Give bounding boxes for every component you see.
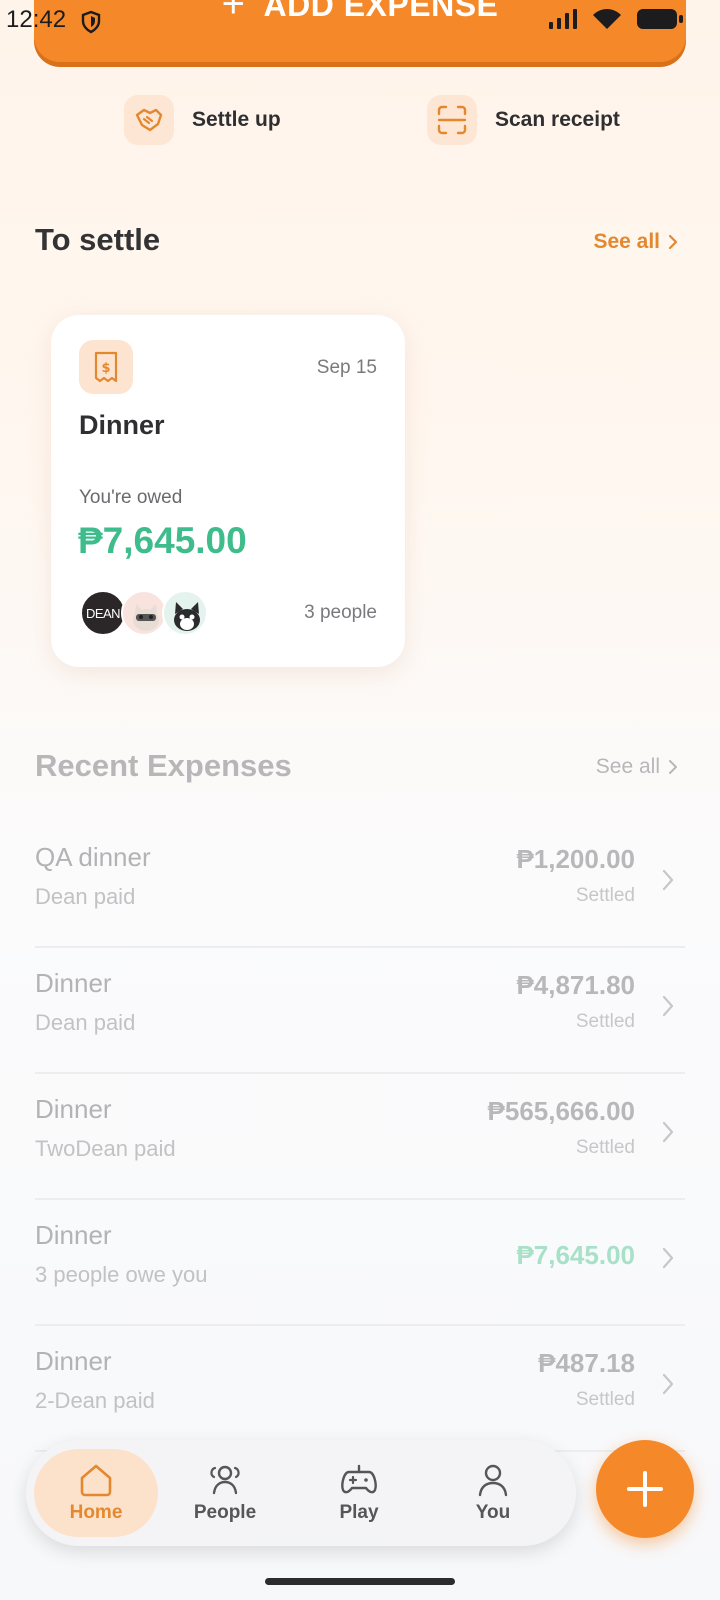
home-icon: [80, 1464, 112, 1497]
chevron-right-icon: [662, 995, 674, 1017]
expense-name: Dinner: [35, 1094, 112, 1124]
expense-name: Dinner: [35, 968, 112, 998]
expense-amount: ₱1,200.00: [516, 844, 635, 874]
scan-receipt-button[interactable]: Scan receipt: [427, 95, 620, 145]
settle-up-button[interactable]: Settle up: [124, 95, 281, 145]
user-icon: [478, 1464, 508, 1497]
expense-payer: Dean paid: [35, 1010, 136, 1035]
bottom-nav: Home People Play You: [26, 1440, 576, 1546]
expense-status: Settled: [575, 1137, 635, 1158]
expense-amount: ₱7,645.00: [516, 1240, 635, 1270]
people-icon: [210, 1465, 240, 1495]
chevron-right-icon: [662, 869, 674, 891]
svg-text:$: $: [101, 361, 110, 376]
status-bar: 12:42: [0, 0, 720, 44]
scan-icon: [427, 95, 477, 145]
to-settle-title: To settle: [35, 222, 161, 257]
nav-home[interactable]: Home: [34, 1449, 158, 1537]
handshake-icon: [124, 95, 174, 145]
avatar-dean: DEAN: [80, 590, 126, 636]
expense-name: QA dinner: [35, 842, 151, 872]
home-indicator[interactable]: [265, 1578, 455, 1585]
gamepad-icon: [341, 1464, 377, 1494]
expense-name: Dinner: [35, 1220, 112, 1250]
chevron-right-icon: [669, 760, 677, 774]
signal-icon: [549, 9, 577, 29]
card-date: Sep 15: [316, 357, 377, 378]
card-expense-name: Dinner: [79, 410, 165, 440]
expense-row[interactable]: Dinner 3 people owe you ₱7,645.00: [35, 1200, 685, 1326]
wifi-icon: [593, 9, 621, 29]
avatar-cat: [121, 590, 167, 636]
card-owed-amount: ₱7,645.00: [78, 520, 247, 561]
scan-receipt-label: Scan receipt: [495, 108, 620, 131]
expense-payer: 2-Dean paid: [35, 1388, 155, 1413]
nav-you[interactable]: You: [426, 1449, 560, 1537]
receipt-icon: $: [79, 340, 133, 394]
expense-list: QA dinner Dean paid ₱1,200.00 Settled Di…: [35, 822, 685, 1452]
card-people-count: 3 people: [304, 602, 377, 623]
nav-home-label: Home: [69, 1502, 123, 1523]
avatar-cat: [162, 590, 208, 636]
expense-status: Settled: [575, 885, 635, 906]
shield-icon: [81, 10, 101, 34]
chevron-right-icon: [668, 234, 678, 250]
to-settle-see-all-link[interactable]: See all: [593, 230, 678, 254]
see-all-label: See all: [595, 755, 660, 778]
nav-you-label: You: [475, 1502, 511, 1523]
expense-payer: 3 people owe you: [35, 1262, 208, 1287]
recent-see-all-link[interactable]: See all: [596, 755, 678, 779]
recent-expenses-title: Recent Expenses: [35, 748, 292, 783]
expense-row[interactable]: Dinner Dean paid ₱4,871.80 Settled: [35, 948, 685, 1074]
card-owed-label: You're owed: [79, 487, 183, 508]
plus-icon: [627, 1471, 663, 1507]
settle-up-label: Settle up: [192, 108, 281, 131]
chevron-right-icon: [662, 1247, 674, 1269]
expense-amount: ₱4,871.80: [516, 970, 635, 1000]
see-all-label: See all: [593, 230, 660, 253]
add-fab-button[interactable]: [596, 1440, 694, 1538]
expense-payer: TwoDean paid: [35, 1136, 176, 1161]
expense-status: Settled: [575, 1389, 635, 1410]
expense-row[interactable]: QA dinner Dean paid ₱1,200.00 Settled: [35, 822, 685, 948]
expense-row[interactable]: Dinner TwoDean paid ₱565,666.00 Settled: [35, 1074, 685, 1200]
nav-people[interactable]: People: [158, 1449, 292, 1537]
nav-play-label: Play: [339, 1502, 379, 1523]
nav-play[interactable]: Play: [292, 1449, 426, 1537]
status-time: 12:42: [6, 6, 67, 33]
chevron-right-icon: [662, 1121, 674, 1143]
chevron-right-icon: [662, 1373, 674, 1395]
expense-name: Dinner: [35, 1346, 112, 1376]
expense-payer: Dean paid: [35, 884, 136, 909]
battery-icon: [637, 9, 683, 29]
expense-amount: ₱565,666.00: [487, 1096, 635, 1126]
settle-card[interactable]: $ Sep 15 Dinner You're owed ₱7,645.00 DE…: [51, 315, 405, 667]
expense-status: Settled: [575, 1011, 635, 1032]
expense-row[interactable]: Dinner 2-Dean paid ₱487.18 Settled: [35, 1326, 685, 1452]
nav-people-label: People: [193, 1502, 257, 1523]
expense-amount: ₱487.18: [538, 1348, 635, 1378]
avatar-group: DEAN: [80, 590, 208, 636]
